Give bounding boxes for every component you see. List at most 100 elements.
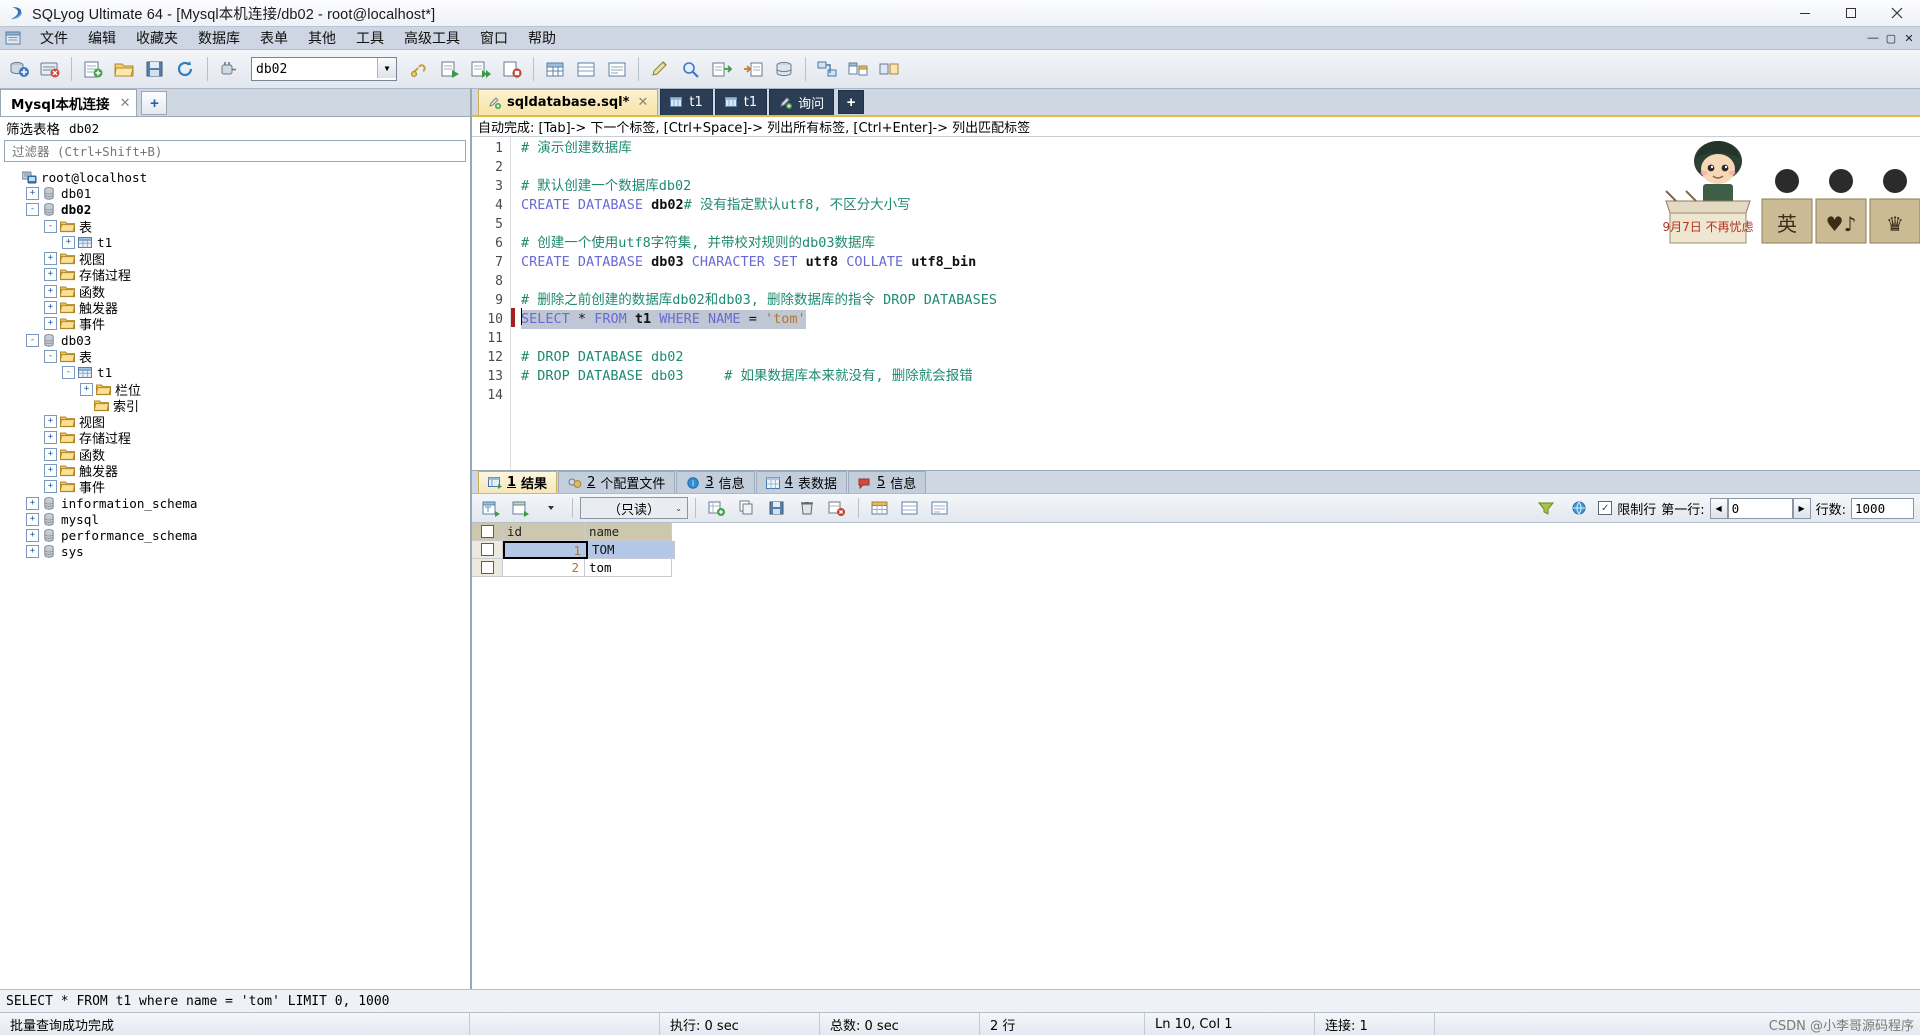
expand-toggle-icon[interactable]: + (26, 545, 39, 559)
row-checkbox-cell[interactable] (472, 541, 503, 559)
grid-row[interactable]: 2 tom (472, 559, 1920, 577)
tree-item-触发器[interactable]: + 触发器 (0, 299, 470, 317)
open-file-icon[interactable] (109, 53, 139, 85)
database-selector[interactable]: db02 ▼ (251, 57, 397, 81)
editor-tab-t1[interactable]: t1 (714, 89, 768, 115)
minimize-button[interactable] (1782, 0, 1828, 26)
refresh-data-icon[interactable] (477, 495, 505, 521)
row-checkbox[interactable] (480, 561, 494, 574)
new-query-icon[interactable] (78, 53, 108, 85)
new-connection-icon[interactable] (4, 53, 34, 85)
tree-item-performance_schema[interactable]: + performance_schema (0, 528, 470, 544)
expand-toggle-icon[interactable]: + (44, 463, 57, 477)
stop-query-icon[interactable] (497, 53, 527, 85)
insert-row-icon[interactable] (703, 495, 731, 521)
tree-item-栏位[interactable]: + 栏位 (0, 381, 470, 399)
add-editor-tab-button[interactable]: + (838, 90, 865, 114)
maximize-button[interactable] (1828, 0, 1874, 26)
filter-input[interactable] (10, 142, 465, 160)
collapse-toggle-icon[interactable]: - (44, 219, 57, 233)
tree-item-表[interactable]: -表 (0, 348, 470, 366)
expand-toggle-icon[interactable]: + (44, 415, 57, 429)
sync-icon[interactable] (874, 53, 904, 85)
grid-display-icon[interactable] (866, 495, 894, 521)
results-tab-3[interactable]: i 3 信息 (676, 471, 755, 493)
select-all-checkbox[interactable] (480, 525, 494, 538)
export-data-icon[interactable] (707, 53, 737, 85)
tree-item-表[interactable]: -表 (0, 218, 470, 236)
dropdown-caret-icon[interactable] (537, 495, 565, 521)
row-checkbox[interactable] (480, 543, 494, 556)
tree-item-t1[interactable]: - t1 (0, 365, 470, 381)
limit-rows-checkbox[interactable]: ✓ (1598, 501, 1613, 515)
tree-item-information_schema[interactable]: + information_schema (0, 495, 470, 511)
form-display-icon[interactable] (896, 495, 924, 521)
query-builder-icon[interactable] (843, 53, 873, 85)
tree-item-t1[interactable]: + t1 (0, 234, 470, 250)
tree-item-存储过程[interactable]: + 存储过程 (0, 430, 470, 447)
expand-toggle-icon[interactable]: + (44, 301, 57, 315)
chevron-down-icon[interactable]: ▼ (377, 58, 396, 78)
mdi-restore-button[interactable]: ▢ (1882, 28, 1900, 48)
grid-view-icon[interactable] (540, 53, 570, 85)
collapse-toggle-icon[interactable]: - (44, 349, 57, 363)
expand-toggle-icon[interactable]: + (26, 512, 39, 526)
refresh-icon[interactable] (171, 53, 201, 85)
menu-item-window[interactable]: 窗口 (470, 26, 518, 50)
column-header-id[interactable]: id (503, 523, 585, 541)
expand-toggle-icon[interactable]: + (62, 235, 75, 249)
editor-tab-sqldatabasesql[interactable]: sqldatabase.sql* ✕ (478, 89, 659, 115)
menu-item-other[interactable]: 其他 (298, 26, 346, 50)
connection-tab[interactable]: Mysql本机连接 ✕ (0, 89, 138, 116)
expand-toggle-icon[interactable]: + (26, 496, 39, 510)
menu-item-edit[interactable]: 编辑 (78, 26, 126, 50)
text-display-icon[interactable] (926, 495, 954, 521)
duplicate-row-icon[interactable] (733, 495, 761, 521)
globe-refresh-icon[interactable] (1565, 495, 1593, 521)
tree-item-事件[interactable]: + 事件 (0, 479, 470, 496)
menu-item-advanced-tools[interactable]: 高级工具 (394, 26, 470, 50)
collapse-toggle-icon[interactable]: - (26, 333, 39, 347)
cancel-edit-icon[interactable] (823, 495, 851, 521)
plug-icon[interactable] (214, 53, 244, 85)
tree-item-视图[interactable]: + 视图 (0, 250, 470, 268)
tree-item-mysql[interactable]: + mysql (0, 511, 470, 527)
expand-toggle-icon[interactable]: + (44, 268, 57, 282)
tree-item-db03[interactable]: - db03 (0, 332, 470, 348)
close-button[interactable] (1874, 0, 1920, 26)
save-file-icon[interactable] (140, 53, 170, 85)
expand-toggle-icon[interactable]: + (44, 431, 57, 445)
disconnect-icon[interactable] (35, 53, 65, 85)
first-row-stepper[interactable]: ◀ ▶ (1709, 497, 1811, 519)
collapse-toggle-icon[interactable]: - (26, 203, 39, 217)
menu-item-file[interactable]: 文件 (30, 26, 78, 50)
results-tab-2[interactable]: 2 个配置文件 (558, 471, 676, 493)
expand-toggle-icon[interactable]: + (44, 447, 57, 461)
delete-row-icon[interactable] (793, 495, 821, 521)
save-changes-icon[interactable] (763, 495, 791, 521)
database-tree[interactable]: root@localhost + db01- db02- 表 + t1 + 视图 + 存储过程 + 函数… (0, 162, 470, 989)
expand-toggle-icon[interactable]: + (44, 317, 57, 331)
add-connection-button[interactable]: + (141, 91, 168, 115)
expand-toggle-icon[interactable]: + (26, 186, 39, 200)
sql-code-area[interactable]: # 演示创建数据库 # 默认创建一个数据库db02 CREATE DATABASE… (511, 137, 1920, 470)
cell-name[interactable]: tom (585, 559, 672, 577)
cell-id[interactable]: 1 (503, 541, 588, 559)
menu-item-database[interactable]: 数据库 (188, 26, 250, 50)
execute-query-icon[interactable] (435, 53, 465, 85)
prev-page-button[interactable]: ◀ (1709, 497, 1728, 519)
results-tab-1[interactable]: 1 结果 (478, 471, 558, 493)
close-icon[interactable]: ✕ (637, 95, 648, 110)
connect-icon[interactable] (404, 53, 434, 85)
schema-designer-icon[interactable] (812, 53, 842, 85)
tree-item-视图[interactable]: + 视图 (0, 413, 470, 431)
rows-count-input[interactable] (1851, 497, 1914, 519)
editor-tab-[interactable]: 询问 (769, 89, 835, 115)
tree-item-触发器[interactable]: + 触发器 (0, 462, 470, 480)
backup-icon[interactable] (769, 53, 799, 85)
form-view-icon[interactable] (571, 53, 601, 85)
edit-pencil-icon[interactable] (645, 53, 675, 85)
menu-item-tools[interactable]: 工具 (346, 26, 394, 50)
menu-item-form[interactable]: 表单 (250, 26, 298, 50)
expand-toggle-icon[interactable]: + (80, 382, 93, 396)
